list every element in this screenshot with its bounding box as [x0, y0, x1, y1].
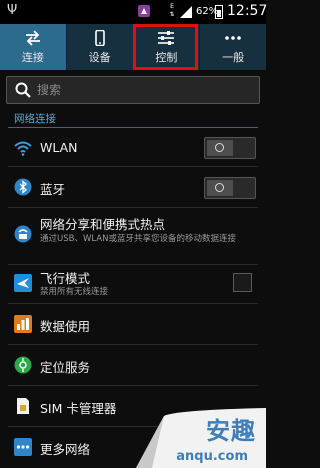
tab-label: 设备	[88, 50, 111, 64]
item-title: 飞行模式	[40, 271, 91, 286]
airplane-mode-checkbox[interactable]	[233, 273, 252, 292]
watermark: 安趣 anqu.com	[116, 408, 266, 468]
data-usage-icon	[14, 315, 32, 333]
item-title: WLAN	[40, 140, 78, 155]
list-item-bluetooth[interactable]: 蓝牙	[0, 167, 266, 207]
search-bar[interactable]	[6, 76, 260, 104]
list-item-wlan[interactable]: WLAN	[0, 130, 266, 166]
arrows-swap-icon	[25, 29, 40, 46]
list-item-tethering[interactable]: 网络分享和便携式热点 通过USB、WLAN或蓝牙共享您设备的移动数据连接	[0, 208, 266, 260]
item-title: SIM 卡管理器	[40, 401, 117, 416]
item-title: 数据使用	[40, 319, 91, 334]
list-item-airplane-mode[interactable]: 飞行模式 禁用所有无线连接	[0, 265, 266, 303]
usb-icon: Ψ	[7, 3, 18, 18]
search-icon	[15, 82, 31, 98]
hotspot-icon	[14, 225, 32, 243]
tab-label: 连接	[21, 50, 44, 64]
tab-label: 一般	[222, 50, 245, 64]
more-dots-icon	[225, 35, 241, 40]
list-item-location[interactable]: 定位服务	[0, 345, 266, 385]
item-title: 网络分享和便携式热点	[40, 217, 166, 232]
item-title: 蓝牙	[40, 182, 66, 197]
notification-app-icon	[138, 5, 150, 17]
tab-label: 控制	[155, 50, 178, 64]
watermark-text: 安趣	[206, 417, 256, 445]
wifi-icon	[14, 141, 32, 156]
more-networks-icon	[14, 438, 32, 456]
section-header: 网络连接	[14, 113, 56, 125]
signal-icon	[180, 6, 192, 18]
item-title: 更多网络	[40, 442, 91, 457]
search-input[interactable]	[37, 80, 247, 100]
tab-general[interactable]: 一般	[200, 24, 266, 70]
bluetooth-toggle[interactable]	[204, 177, 256, 199]
phone-device-icon	[94, 29, 105, 46]
clock: 12:57	[227, 3, 268, 19]
wlan-toggle[interactable]	[204, 137, 256, 159]
airplane-icon	[14, 274, 32, 292]
tab-controls[interactable]: 控制	[134, 24, 201, 70]
section-divider	[8, 127, 258, 128]
watermark-url: anqu.com	[176, 449, 248, 464]
location-icon	[14, 356, 32, 374]
tab-connections[interactable]: 连接	[0, 24, 67, 70]
settings-tab-bar: 连接 设备 控制 一般	[0, 24, 266, 70]
bluetooth-icon	[14, 178, 32, 196]
status-bar: Ψ E ⇅ 62% 12:57	[0, 0, 268, 24]
network-type: E ⇅	[169, 3, 175, 18]
sliders-icon	[158, 30, 175, 45]
sim-card-icon	[17, 398, 29, 414]
tab-device[interactable]: 设备	[67, 24, 134, 70]
item-title: 定位服务	[40, 360, 91, 375]
battery-icon	[215, 5, 223, 19]
item-subtitle: 禁用所有无线连接	[40, 287, 109, 297]
list-item-data-usage[interactable]: 数据使用	[0, 304, 266, 344]
item-subtitle: 通过USB、WLAN或蓝牙共享您设备的移动数据连接	[40, 234, 236, 244]
